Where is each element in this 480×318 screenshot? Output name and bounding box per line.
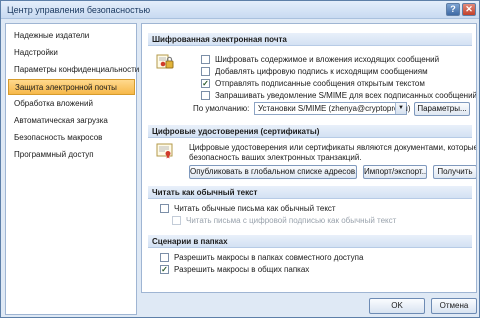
title-bar: Центр управления безопасностью ? ✕ <box>1 1 479 19</box>
close-button[interactable]: ✕ <box>462 3 476 16</box>
encrypted-email-header: Шифрованная электронная почта <box>148 33 472 46</box>
default-setting-value: Установки S/MIME (zhenya@cryptopro.ru) <box>258 104 411 113</box>
digital-ids-header: Цифровые удостоверения (сертификаты) <box>148 125 472 138</box>
read-signed-plain-text-label: Читать письма с цифровой подписью как об… <box>186 216 397 225</box>
default-setting-select[interactable]: Установки S/MIME (zhenya@cryptopro.ru) ▼ <box>254 102 411 115</box>
encrypt-content-label: Шифровать содержимое и вложения исходящи… <box>215 55 440 64</box>
trust-center-window: Центр управления безопасностью ? ✕ Надеж… <box>0 0 480 318</box>
lock-certificate-icon <box>156 54 174 69</box>
digital-ids-description-1: Цифровые удостоверения или сертификаты я… <box>189 143 477 152</box>
plain-text-header: Читать как обычный текст <box>148 186 472 199</box>
certificate-icon <box>156 143 173 159</box>
read-signed-plain-text-checkbox[interactable] <box>172 216 181 225</box>
send-cleartext-checkbox[interactable]: ✓ <box>201 79 210 88</box>
get-digital-id-button[interactable]: Получить <box>433 165 476 179</box>
sidebar-item-privacy-options[interactable]: Параметры конфиденциальности <box>8 62 139 78</box>
default-setting-label: По умолчанию: <box>193 104 250 113</box>
sidebar-item-programmatic-access[interactable]: Программный доступ <box>8 147 135 163</box>
request-receipt-checkbox[interactable] <box>201 91 210 100</box>
public-folder-macros-checkbox[interactable]: ✓ <box>160 265 169 274</box>
add-signature-checkbox[interactable] <box>201 67 210 76</box>
folder-scripts-header: Сценарии в папках <box>148 235 472 248</box>
sidebar-item-attachment-handling[interactable]: Обработка вложений <box>8 96 135 112</box>
email-security-panel: Шифрованная электронная почта Шифровать … <box>141 23 477 293</box>
add-signature-label: Добавлять цифровую подпись к исходящим с… <box>215 67 428 76</box>
send-cleartext-label: Отправлять подписанные сообщения открыты… <box>215 79 425 88</box>
sidebar: Надежные издатели Надстройки Параметры к… <box>5 23 139 315</box>
cancel-button[interactable]: Отмена <box>431 298 477 314</box>
window-title: Центр управления безопасностью <box>7 5 151 15</box>
read-plain-text-label: Читать обычные письма как обычный текст <box>174 204 336 213</box>
shared-folder-macros-checkbox[interactable] <box>160 253 169 262</box>
sidebar-item-email-security[interactable]: Защита электронной почты <box>8 79 135 95</box>
shared-folder-macros-label: Разрешить макросы в папках совместного д… <box>174 253 364 262</box>
settings-button[interactable]: Параметры... <box>414 102 470 116</box>
sidebar-item-macro-security[interactable]: Безопасность макросов <box>8 130 135 146</box>
public-folder-macros-label: Разрешить макросы в общих папках <box>174 265 310 274</box>
ok-button[interactable]: OK <box>369 298 425 314</box>
import-export-button[interactable]: Импорт/экспорт... <box>363 165 427 179</box>
sidebar-item-trusted-publishers[interactable]: Надежные издатели <box>8 28 135 44</box>
help-button[interactable]: ? <box>446 3 460 16</box>
digital-ids-description-2: безопасность ваших электронных транзакци… <box>189 153 362 162</box>
read-plain-text-checkbox[interactable] <box>160 204 169 213</box>
publish-to-gal-button[interactable]: Опубликовать в глобальном списке адресов… <box>189 165 357 179</box>
chevron-down-icon: ▼ <box>395 103 406 114</box>
sidebar-item-addins[interactable]: Надстройки <box>8 45 135 61</box>
request-receipt-label: Запрашивать уведомление S/MIME для всех … <box>215 91 477 100</box>
encrypt-content-checkbox[interactable] <box>201 55 210 64</box>
sidebar-item-automatic-download[interactable]: Автоматическая загрузка <box>8 113 135 129</box>
